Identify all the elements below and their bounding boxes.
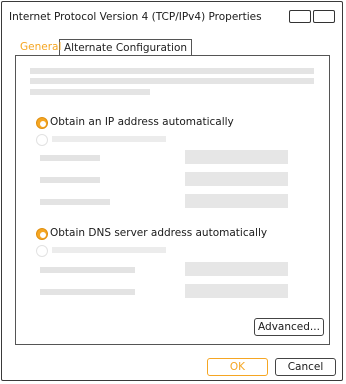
ip-address-field[interactable] [185,150,288,164]
minimize-button[interactable] [289,10,311,23]
description-line-1 [30,68,314,74]
tab-alternate-configuration[interactable]: Alternate Configuration [59,39,193,56]
use-ip-manual-radio[interactable] [36,134,48,146]
subnet-mask-label [40,177,100,183]
close-button[interactable] [313,10,335,23]
ip-address-label [40,155,100,161]
description-line-3 [30,89,150,95]
obtain-dns-auto-label: Obtain DNS server address automatically [50,227,268,239]
cancel-button[interactable]: Cancel [275,358,336,376]
subnet-mask-field[interactable] [185,172,288,186]
tab-general[interactable]: General [16,39,65,56]
alternate-dns-field[interactable] [185,284,288,298]
default-gateway-field[interactable] [185,194,288,208]
ok-button[interactable]: OK [207,358,268,376]
alternate-dns-label [40,289,135,295]
window-title: Internet Protocol Version 4 (TCP/IPv4) P… [9,11,262,23]
use-ip-manual-label [52,136,166,142]
obtain-ip-auto-label: Obtain an IP address automatically [50,116,234,128]
description-line-2 [30,78,314,84]
default-gateway-label [40,199,110,205]
preferred-dns-label [40,267,135,273]
use-dns-manual-label [52,247,166,253]
use-dns-manual-radio[interactable] [36,245,48,257]
obtain-ip-auto-radio[interactable] [36,117,48,129]
preferred-dns-field[interactable] [185,262,288,276]
obtain-dns-auto-radio[interactable] [36,228,48,240]
advanced-button[interactable]: Advanced... [254,318,324,336]
